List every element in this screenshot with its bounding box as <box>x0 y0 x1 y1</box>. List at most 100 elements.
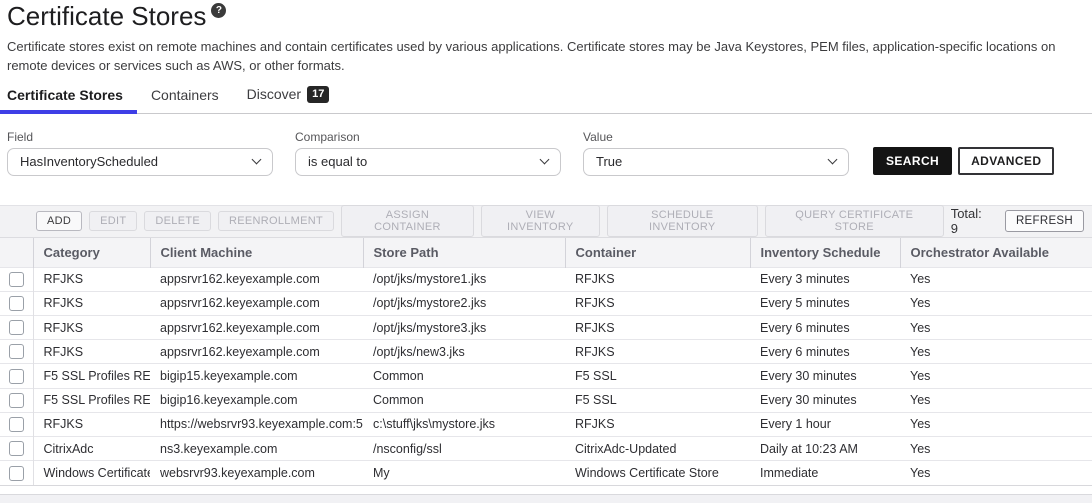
table-header-row: CategoryClient MachineStore PathContaine… <box>0 238 1092 268</box>
row-checkbox[interactable] <box>9 320 24 335</box>
value-select-value: True <box>596 154 622 169</box>
table-row: RFJKSappsrvr162.keyexample.com/opt/jks/m… <box>0 267 1092 291</box>
search-button[interactable]: SEARCH <box>873 147 952 175</box>
cell-inventory-schedule: Daily at 10:23 AM <box>750 437 900 461</box>
tab-certificate-stores[interactable]: Certificate Stores <box>0 83 137 114</box>
row-checkbox[interactable] <box>9 441 24 456</box>
grid-toolbar: ADD EDIT DELETE REENROLLMENT ASSIGN CONTAINE… <box>0 206 1092 238</box>
cell-inventory-schedule: Every 6 minutes <box>750 316 900 340</box>
row-checkbox[interactable] <box>9 272 24 287</box>
cell-orchestrator-available: Yes <box>900 461 1092 485</box>
field-select-value: HasInventoryScheduled <box>20 154 158 169</box>
tab-containers[interactable]: Containers <box>137 83 233 114</box>
field-select[interactable]: HasInventoryScheduled <box>7 148 273 176</box>
chevron-down-icon <box>252 155 262 165</box>
cell-store-path: My <box>363 461 565 485</box>
cell-container: RFJKS <box>565 340 750 364</box>
comparison-select-value: is equal to <box>308 154 367 169</box>
cell-inventory-schedule: Every 6 minutes <box>750 340 900 364</box>
cell-client-machine: bigip16.keyexample.com <box>150 388 363 412</box>
page-description: Certificate stores exist on remote machi… <box>7 37 1069 76</box>
cell-client-machine: ns3.keyexample.com <box>150 437 363 461</box>
column-header-client-machine[interactable]: Client Machine <box>150 238 363 268</box>
reenrollment-button[interactable]: REENROLLMENT <box>218 211 334 231</box>
query-certificate-store-button[interactable]: QUERY CERTIFICATE STORE <box>765 205 944 237</box>
cell-client-machine: appsrvr162.keyexample.com <box>150 291 363 315</box>
assign-container-button[interactable]: ASSIGN CONTAINER <box>341 205 474 237</box>
cell-category: RFJKS <box>33 340 150 364</box>
comparison-filter-group: Comparison is equal to <box>295 130 561 176</box>
comparison-select[interactable]: is equal to <box>295 148 561 176</box>
cell-store-path: Common <box>363 388 565 412</box>
cell-category: CitrixAdc <box>33 437 150 461</box>
value-select[interactable]: True <box>583 148 849 176</box>
advanced-button[interactable]: ADVANCED <box>958 147 1054 175</box>
add-button[interactable]: ADD <box>36 211 82 231</box>
table-row: RFJKSappsrvr162.keyexample.com/opt/jks/n… <box>0 340 1092 364</box>
certificate-stores-grid: ADD EDIT DELETE REENROLLMENT ASSIGN CONTAINE… <box>0 205 1092 486</box>
tab-discover[interactable]: Discover17 <box>233 82 344 113</box>
cell-orchestrator-available: Yes <box>900 340 1092 364</box>
column-header-inventory-schedule[interactable]: Inventory Schedule <box>750 238 900 268</box>
row-checkbox[interactable] <box>9 296 24 311</box>
search-filter-bar: Field HasInventoryScheduled Comparison i… <box>0 130 1092 176</box>
toolbar-right: Total: 9 REFRESH <box>951 206 1084 236</box>
column-header-orchestrator-available[interactable]: Orchestrator Available <box>900 238 1092 268</box>
row-checkbox[interactable] <box>9 369 24 384</box>
row-checkbox[interactable] <box>9 344 24 359</box>
column-header-store-path[interactable]: Store Path <box>363 238 565 268</box>
cell-container: RFJKS <box>565 267 750 291</box>
row-checkbox-cell <box>0 461 33 485</box>
edit-button[interactable]: EDIT <box>89 211 137 231</box>
row-checkbox-cell <box>0 388 33 412</box>
cell-store-path: Common <box>363 364 565 388</box>
cell-orchestrator-available: Yes <box>900 291 1092 315</box>
delete-button[interactable]: DELETE <box>144 211 211 231</box>
cell-orchestrator-available: Yes <box>900 412 1092 436</box>
row-checkbox[interactable] <box>9 466 24 481</box>
cell-category: RFJKS <box>33 267 150 291</box>
table-row: F5 SSL Profiles RESTbigip15.keyexample.c… <box>0 364 1092 388</box>
cell-container: RFJKS <box>565 291 750 315</box>
cell-store-path: /opt/jks/mystore1.jks <box>363 267 565 291</box>
chevron-down-icon <box>828 155 838 165</box>
cell-store-path: /opt/jks/mystore3.jks <box>363 316 565 340</box>
cell-container: RFJKS <box>565 412 750 436</box>
cell-orchestrator-available: Yes <box>900 267 1092 291</box>
tab-count-badge: 17 <box>307 86 329 102</box>
cell-client-machine: websrvr93.keyexample.com <box>150 461 363 485</box>
page-title: Certificate Stores <box>7 2 206 31</box>
cell-store-path: c:\stuff\jks\mystore.jks <box>363 412 565 436</box>
schedule-inventory-button[interactable]: SCHEDULE INVENTORY <box>607 205 758 237</box>
cell-inventory-schedule: Every 5 minutes <box>750 291 900 315</box>
help-icon[interactable]: ? <box>211 3 226 18</box>
cell-category: RFJKS <box>33 412 150 436</box>
cell-category: F5 SSL Profiles REST <box>33 388 150 412</box>
row-checkbox[interactable] <box>9 393 24 408</box>
refresh-button[interactable]: REFRESH <box>1005 210 1084 232</box>
table-row: CitrixAdcns3.keyexample.com/nsconfig/ssl… <box>0 437 1092 461</box>
row-checkbox-cell <box>0 291 33 315</box>
cell-orchestrator-available: Yes <box>900 437 1092 461</box>
cell-client-machine: https://websrvr93.keyexample.com:5986 <box>150 412 363 436</box>
cell-client-machine: appsrvr162.keyexample.com <box>150 316 363 340</box>
cell-category: RFJKS <box>33 291 150 315</box>
row-checkbox-cell <box>0 340 33 364</box>
row-checkbox-cell <box>0 364 33 388</box>
cell-inventory-schedule: Every 30 minutes <box>750 364 900 388</box>
column-header-category[interactable]: Category <box>33 238 150 268</box>
tab-label: Certificate Stores <box>7 87 123 103</box>
cell-inventory-schedule: Every 30 minutes <box>750 388 900 412</box>
cell-container: F5 SSL <box>565 364 750 388</box>
table-row: Windows Certificatewebsrvr93.keyexample.… <box>0 461 1092 485</box>
cell-category: RFJKS <box>33 316 150 340</box>
table-row: RFJKSappsrvr162.keyexample.com/opt/jks/m… <box>0 291 1092 315</box>
row-checkbox[interactable] <box>9 417 24 432</box>
cell-category: Windows Certificate <box>33 461 150 485</box>
value-label: Value <box>583 130 849 144</box>
column-header-container[interactable]: Container <box>565 238 750 268</box>
view-inventory-button[interactable]: VIEW INVENTORY <box>481 205 600 237</box>
toolbar-buttons: ADD EDIT DELETE REENROLLMENT ASSIGN CONTAINE… <box>36 205 951 237</box>
certificate-stores-page: Certificate Stores ? Certificate stores … <box>0 2 1092 503</box>
total-count: Total: 9 <box>951 206 991 236</box>
